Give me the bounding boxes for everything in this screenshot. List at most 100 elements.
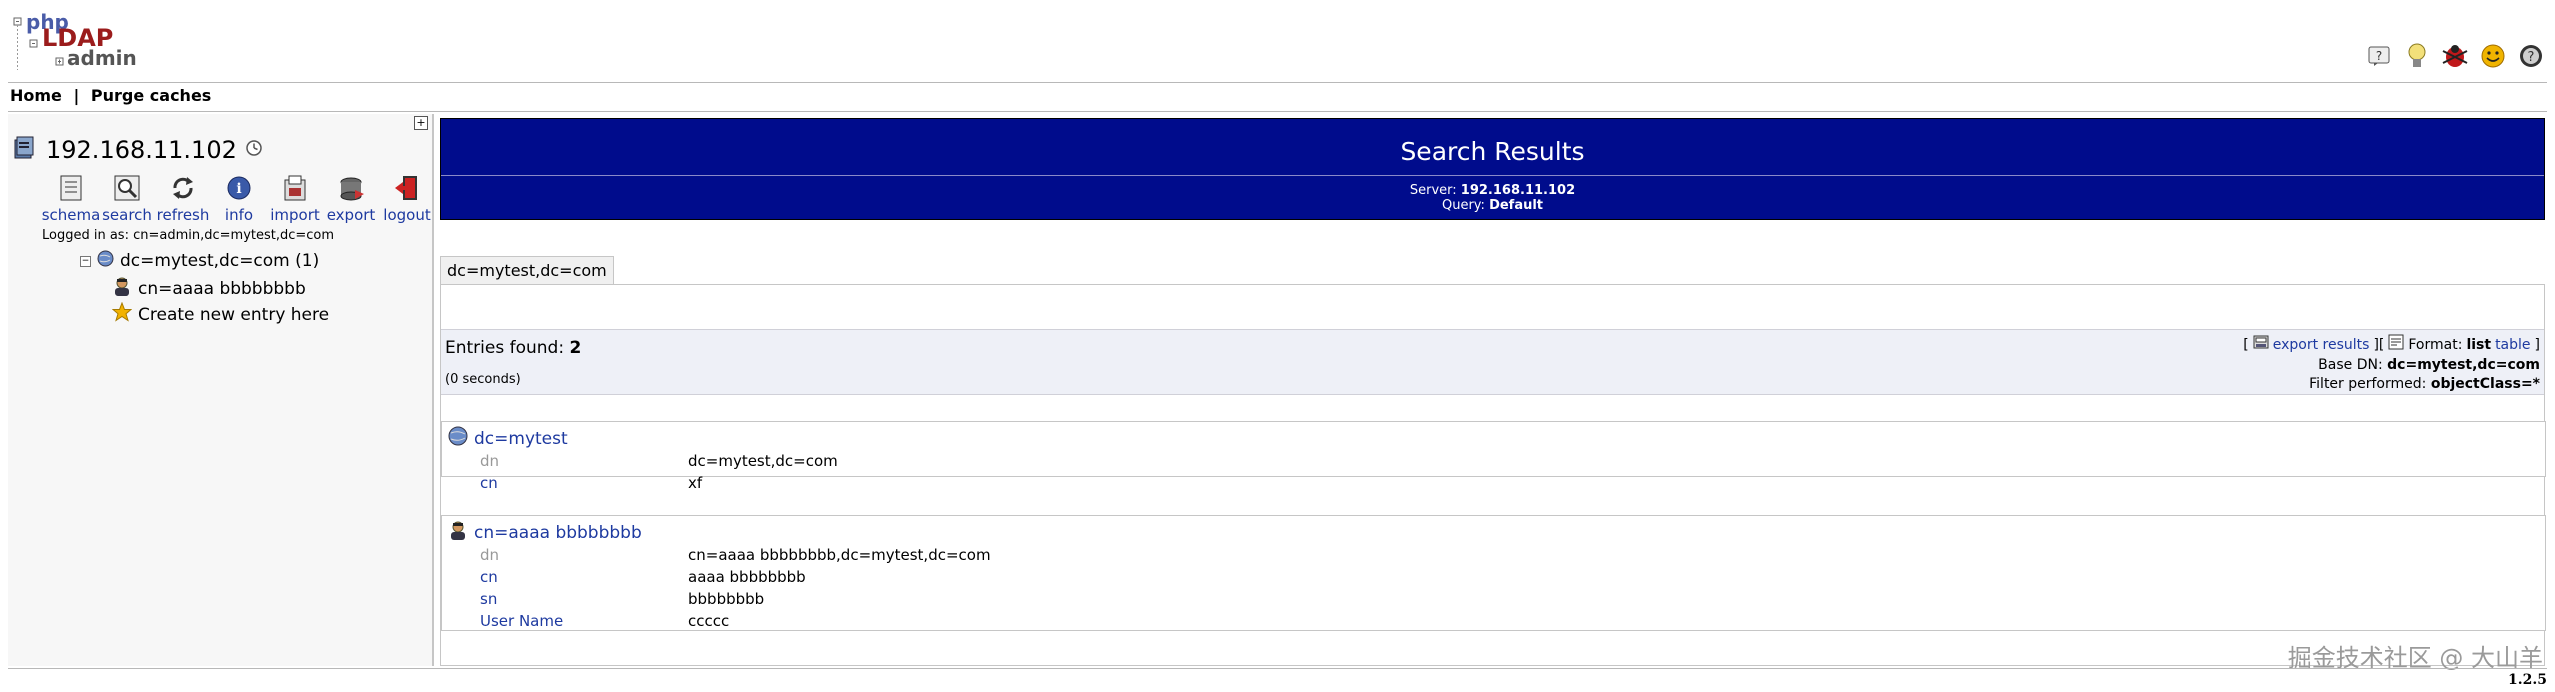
filter-value: objectClass=*	[2430, 376, 2540, 392]
server-icon	[12, 134, 38, 166]
banner-divider	[441, 175, 2544, 176]
action-export-label: export	[326, 206, 376, 224]
action-export[interactable]: export	[326, 174, 376, 224]
info-icon: i	[225, 174, 253, 202]
banner-subtitle: Server: 192.168.11.102 Query: Default	[441, 183, 2544, 213]
svg-text:i: i	[236, 181, 241, 197]
format-label: Format:	[2408, 336, 2463, 353]
format-table-link[interactable]: table	[2495, 336, 2530, 355]
tree-node-user-label: cn=aaaa bbbbbbbb	[138, 278, 306, 299]
result-entry: dc=mytest dn dc=mytest,dc=com cn xf	[441, 421, 2546, 492]
attr-value: bbbbbbbb	[688, 590, 765, 608]
tab-base-dn[interactable]: dc=mytest,dc=com	[440, 256, 614, 285]
action-info-label: info	[224, 206, 254, 224]
attr-name-link[interactable]: sn	[480, 590, 497, 608]
create-entry-label: Create new entry here	[138, 304, 330, 325]
header-icon-bar: ? ?	[2365, 42, 2545, 70]
entries-found: Entries found: 2	[445, 338, 581, 358]
globe-icon	[448, 426, 468, 451]
attr-name: dn	[480, 452, 500, 470]
attr-value: dc=mytest,dc=com	[688, 452, 838, 470]
action-import-label: import	[270, 206, 320, 224]
base-dn-value: dc=mytest,dc=com	[2387, 357, 2540, 373]
tree-node-create[interactable]: Create new entry here	[111, 301, 330, 327]
tree-node-root-label: dc=mytest,dc=com (1)	[120, 251, 320, 271]
main-content: Search Results Server: 192.168.11.102 Qu…	[440, 114, 2547, 666]
entries-found-label: Entries found:	[445, 338, 565, 358]
schema-icon	[57, 174, 85, 202]
action-schema[interactable]: schema	[42, 174, 100, 224]
action-logout[interactable]: logout	[382, 174, 432, 224]
tree-collapse-toggle[interactable]: +	[414, 116, 428, 130]
action-schema-label: schema	[41, 206, 101, 224]
page-header: php LDAP admin ? ?	[0, 0, 2555, 82]
format-list-option[interactable]: list	[2466, 336, 2491, 355]
server-name[interactable]: 192.168.11.102	[46, 136, 237, 164]
action-info[interactable]: i info	[214, 174, 264, 224]
page-title: Search Results	[1400, 137, 1585, 166]
action-search[interactable]: search	[102, 174, 152, 224]
export-results-icon	[2253, 334, 2269, 356]
globe-icon	[97, 250, 114, 272]
attr-name: dn	[480, 546, 500, 564]
user-icon	[112, 276, 132, 301]
export-results-link[interactable]: export results	[2273, 336, 2370, 355]
attr-value: aaaa bbbbbbbb	[688, 568, 806, 586]
phpldapadmin-logo[interactable]: php LDAP admin	[12, 10, 142, 74]
collapse-toggle[interactable]: −	[80, 255, 91, 267]
home-link[interactable]: Home	[10, 86, 62, 105]
lightbulb-icon[interactable]	[2403, 42, 2431, 70]
bracket-close: ]	[2534, 336, 2540, 353]
donate-icon[interactable]: ?	[2517, 42, 2545, 70]
svg-text:?: ?	[2528, 50, 2535, 65]
server-label: Server:	[1409, 183, 1457, 198]
bracket-open: [	[2243, 336, 2249, 353]
logged-in-text: Logged in as: cn=admin,dc=mytest,dc=com	[42, 228, 335, 243]
export-icon	[337, 174, 365, 202]
help-icon[interactable]: ?	[2365, 42, 2393, 70]
server-row: 192.168.11.102	[12, 134, 263, 166]
attr-name-link[interactable]: cn	[480, 474, 498, 492]
user-icon	[448, 520, 468, 545]
search-time: (0 seconds)	[445, 372, 521, 387]
attr-value: cn=aaaa bbbbbbbb,dc=mytest,dc=com	[688, 546, 991, 564]
entry-title-link[interactable]: dc=mytest	[474, 429, 568, 449]
star-icon	[111, 301, 133, 327]
smiley-icon[interactable]	[2479, 42, 2507, 70]
search-icon	[113, 174, 141, 202]
tree-node-user[interactable]: cn=aaaa bbbbbbbb	[112, 276, 306, 301]
logout-icon	[393, 174, 421, 202]
results-container: Entries found: 2 (0 seconds) [ export re…	[440, 284, 2546, 666]
entry-header[interactable]: cn=aaaa bbbbbbbb	[448, 520, 642, 545]
attr-name-link[interactable]: cn	[480, 568, 498, 586]
attr-name-link[interactable]: User Name	[480, 612, 563, 630]
server-actions: schema search refresh i info import expo…	[42, 174, 432, 224]
action-refresh-label: refresh	[156, 206, 210, 224]
filter-label: Filter performed:	[2309, 376, 2427, 392]
query-value: Default	[1489, 198, 1544, 213]
svg-text:?: ?	[2376, 49, 2382, 63]
action-search-label: search	[102, 206, 152, 224]
entry-title-link[interactable]: cn=aaaa bbbbbbbb	[474, 523, 642, 543]
tree-node-root[interactable]: − dc=mytest,dc=com (1)	[80, 250, 319, 272]
version-label: 1.2.5	[2508, 672, 2547, 688]
action-refresh[interactable]: refresh	[156, 174, 210, 224]
query-label: Query:	[1441, 198, 1485, 213]
format-icon	[2388, 334, 2404, 356]
bug-icon[interactable]	[2441, 42, 2469, 70]
refresh-icon	[169, 174, 197, 202]
server-tree-panel: + 192.168.11.102 schema search refresh i…	[8, 114, 434, 666]
attr-value: xf	[688, 474, 703, 492]
entries-found-count: 2	[569, 338, 582, 358]
menu-separator: |	[73, 86, 80, 105]
purge-caches-link[interactable]: Purge caches	[91, 86, 211, 105]
search-results-banner: Search Results Server: 192.168.11.102 Qu…	[440, 118, 2545, 220]
footer-divider	[8, 668, 2547, 669]
base-dn-label: Base DN:	[2318, 357, 2383, 373]
bracket-mid: ][	[2373, 336, 2385, 353]
logo-text-admin: admin	[67, 46, 137, 70]
entry-header[interactable]: dc=mytest	[448, 426, 568, 451]
clock-icon	[245, 139, 263, 161]
import-icon	[281, 174, 309, 202]
action-import[interactable]: import	[270, 174, 320, 224]
